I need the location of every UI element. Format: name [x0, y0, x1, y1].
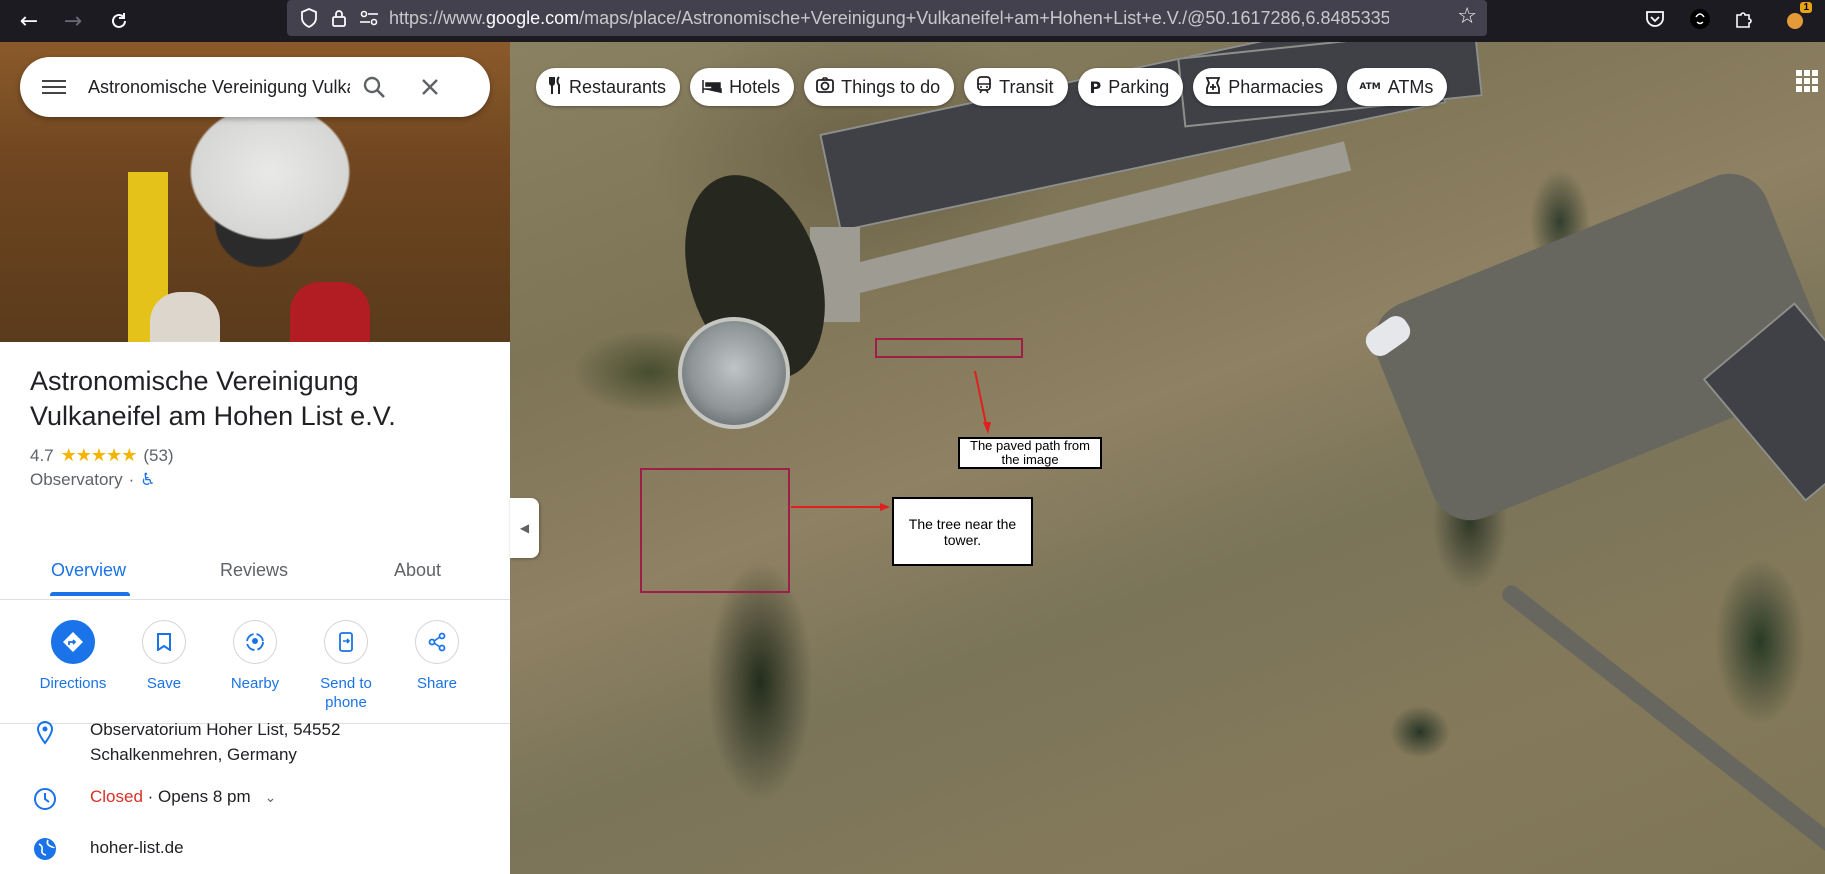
chip-hotels[interactable]: Hotels: [690, 68, 795, 106]
annotation-tree: The tree near the tower.: [892, 497, 1033, 566]
pocket-icon[interactable]: [1640, 4, 1670, 34]
search-input[interactable]: Astronomische Vereinigung Vulkaneifel am…: [88, 77, 350, 98]
nearby-icon: [233, 620, 277, 664]
shield-icon[interactable]: [295, 4, 323, 32]
address-line-2: Schalkenmehren, Germany: [90, 745, 297, 764]
address-bar[interactable]: https://www.google.com/maps/place/Astron…: [287, 0, 1487, 36]
collapse-panel-button[interactable]: ◀: [510, 498, 539, 558]
photo-person-left: [150, 292, 220, 342]
opening-hours: · Opens 8 pm: [142, 787, 251, 806]
tab-overview[interactable]: Overview: [51, 560, 126, 581]
chip-things-to-do[interactable]: Things to do: [804, 68, 955, 106]
address-line-1: Observatorium Hoher List, 54552: [90, 720, 341, 739]
wheelchair-icon[interactable]: ♿: [140, 470, 155, 490]
satellite-map[interactable]: The paved path from the image The tree n…: [510, 42, 1825, 874]
active-tab-indicator: [50, 592, 130, 596]
bookmark-star-icon[interactable]: ☆: [1457, 4, 1477, 29]
back-icon[interactable]: ←: [14, 6, 44, 36]
permissions-icon[interactable]: [355, 4, 383, 32]
chip-atms[interactable]: ATM ATMs: [1347, 68, 1448, 106]
send-to-phone-button[interactable]: Send to phone: [301, 620, 391, 712]
chip-transit[interactable]: Transit: [964, 68, 1068, 106]
review-count[interactable]: (53): [143, 446, 173, 466]
category-chips: Restaurants Hotels Things to do Transit …: [536, 68, 1448, 106]
tab-about[interactable]: About: [394, 560, 441, 581]
website-link[interactable]: hoher-list.de: [90, 835, 184, 860]
reload-icon[interactable]: [104, 6, 134, 36]
nearby-button[interactable]: Nearby: [210, 620, 300, 693]
url-text[interactable]: https://www.google.com/maps/place/Astron…: [389, 8, 1389, 29]
lock-icon[interactable]: [325, 4, 353, 32]
share-button[interactable]: Share: [392, 620, 482, 693]
share-icon: [415, 620, 459, 664]
place-title: Astronomische Vereinigung Vulkaneifel am…: [30, 366, 396, 431]
rating-row[interactable]: 4.7 ★★★★★ (53): [30, 445, 174, 466]
fork-knife-icon: [548, 76, 562, 98]
clock-icon: [32, 786, 58, 812]
phone-icon: [324, 620, 368, 664]
globe-icon: [32, 836, 58, 862]
directions-button[interactable]: Directions: [28, 620, 118, 693]
location-pin-icon: [32, 720, 58, 746]
chevron-down-icon[interactable]: ⌄: [265, 790, 277, 806]
menu-icon[interactable]: [42, 80, 66, 94]
annotation-arrows: [791, 370, 991, 511]
chip-pharmacies[interactable]: Pharmacies: [1193, 68, 1338, 106]
chip-parking[interactable]: P Parking: [1077, 68, 1184, 106]
open-status: Closed: [90, 787, 143, 806]
google-apps-icon[interactable]: [1796, 70, 1818, 92]
rating-value: 4.7: [30, 445, 54, 465]
profile-extension-icon[interactable]: 1: [1780, 2, 1812, 34]
browser-toolbar: ← → https://www.google.com/maps/place/As…: [0, 0, 1825, 42]
search-icon[interactable]: [356, 69, 392, 105]
atm-icon: ATM: [1359, 82, 1381, 92]
camera-icon: [816, 77, 834, 97]
extension-avatar-icon[interactable]: [1685, 4, 1715, 34]
annotation-paved-path: The paved path from the image: [958, 437, 1102, 469]
pharmacy-icon: [1205, 76, 1221, 98]
train-icon: [976, 76, 992, 98]
tab-reviews[interactable]: Reviews: [220, 560, 288, 581]
action-buttons: Directions Save Nearby Send to phone Sha…: [0, 620, 510, 724]
category-row: Observatory · ♿: [30, 470, 156, 490]
directions-icon: [51, 620, 95, 664]
star-rating: ★★★★★: [60, 445, 138, 466]
close-icon[interactable]: [412, 69, 448, 105]
bed-icon: [702, 78, 722, 97]
notification-badge: 1: [1800, 2, 1812, 13]
bookmark-icon: [142, 620, 186, 664]
search-box[interactable]: Astronomische Vereinigung Vulkaneifel am…: [20, 57, 490, 117]
extensions-puzzle-icon[interactable]: [1729, 4, 1759, 34]
place-category[interactable]: Observatory: [30, 470, 123, 490]
save-button[interactable]: Save: [119, 620, 209, 693]
parking-icon: P: [1089, 77, 1102, 97]
place-panel: Astronomische Vereinigung Vulkaneifel am…: [0, 42, 510, 874]
photo-person-right: [290, 282, 370, 342]
chip-restaurants[interactable]: Restaurants: [536, 68, 681, 106]
forward-icon[interactable]: →: [58, 6, 88, 36]
